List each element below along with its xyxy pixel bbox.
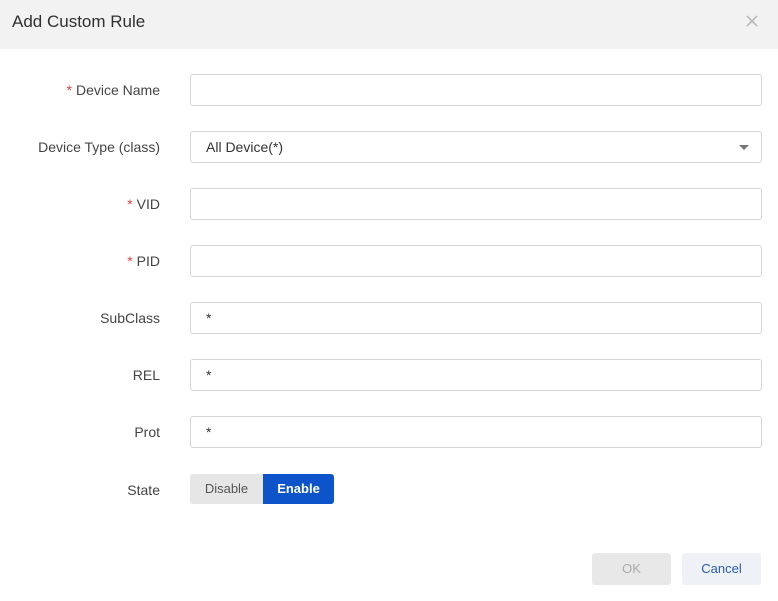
cancel-button[interactable]: Cancel	[682, 553, 761, 585]
rel-input[interactable]	[190, 359, 762, 391]
device-type-row: Device Type (class) All Device(*)	[0, 131, 778, 163]
prot-input[interactable]	[190, 416, 762, 448]
device-name-label: * Device Name	[67, 74, 160, 106]
state-row: State Disable Enable	[0, 474, 778, 506]
required-mark: *	[127, 253, 133, 269]
subclass-row: SubClass	[0, 302, 778, 334]
pid-label-text: PID	[136, 253, 160, 269]
ok-button[interactable]: OK	[592, 553, 671, 585]
subclass-label: SubClass	[100, 310, 160, 326]
device-name-label-text: Device Name	[75, 82, 160, 98]
subclass-input[interactable]	[190, 302, 762, 334]
device-name-input[interactable]	[190, 74, 762, 106]
close-icon[interactable]	[744, 13, 760, 29]
vid-label: * VID	[127, 188, 160, 220]
pid-label: * PID	[127, 245, 160, 277]
pid-input[interactable]	[190, 245, 762, 277]
device-name-row: * Device Name	[0, 74, 778, 106]
device-type-label: Device Type (class)	[38, 139, 160, 155]
vid-row: * VID	[0, 188, 778, 220]
required-mark: *	[127, 196, 133, 212]
rel-row: REL	[0, 359, 778, 391]
required-mark: *	[66, 82, 72, 98]
prot-label: Prot	[134, 424, 160, 440]
device-type-select[interactable]: All Device(*)	[190, 131, 762, 163]
state-label: State	[127, 482, 160, 498]
disable-button[interactable]: Disable	[190, 474, 263, 504]
vid-label-text: VID	[136, 196, 160, 212]
state-toggle: Disable Enable	[190, 474, 334, 504]
device-type-value: All Device(*)	[206, 139, 284, 155]
dialog-title: Add Custom Rule	[12, 12, 146, 31]
pid-row: * PID	[0, 245, 778, 277]
rel-label: REL	[132, 367, 160, 383]
dialog-header: Add Custom Rule	[0, 0, 778, 49]
vid-input[interactable]	[190, 188, 762, 220]
prot-row: Prot	[0, 416, 778, 448]
caret-down-icon	[739, 145, 749, 150]
enable-button[interactable]: Enable	[263, 474, 334, 504]
